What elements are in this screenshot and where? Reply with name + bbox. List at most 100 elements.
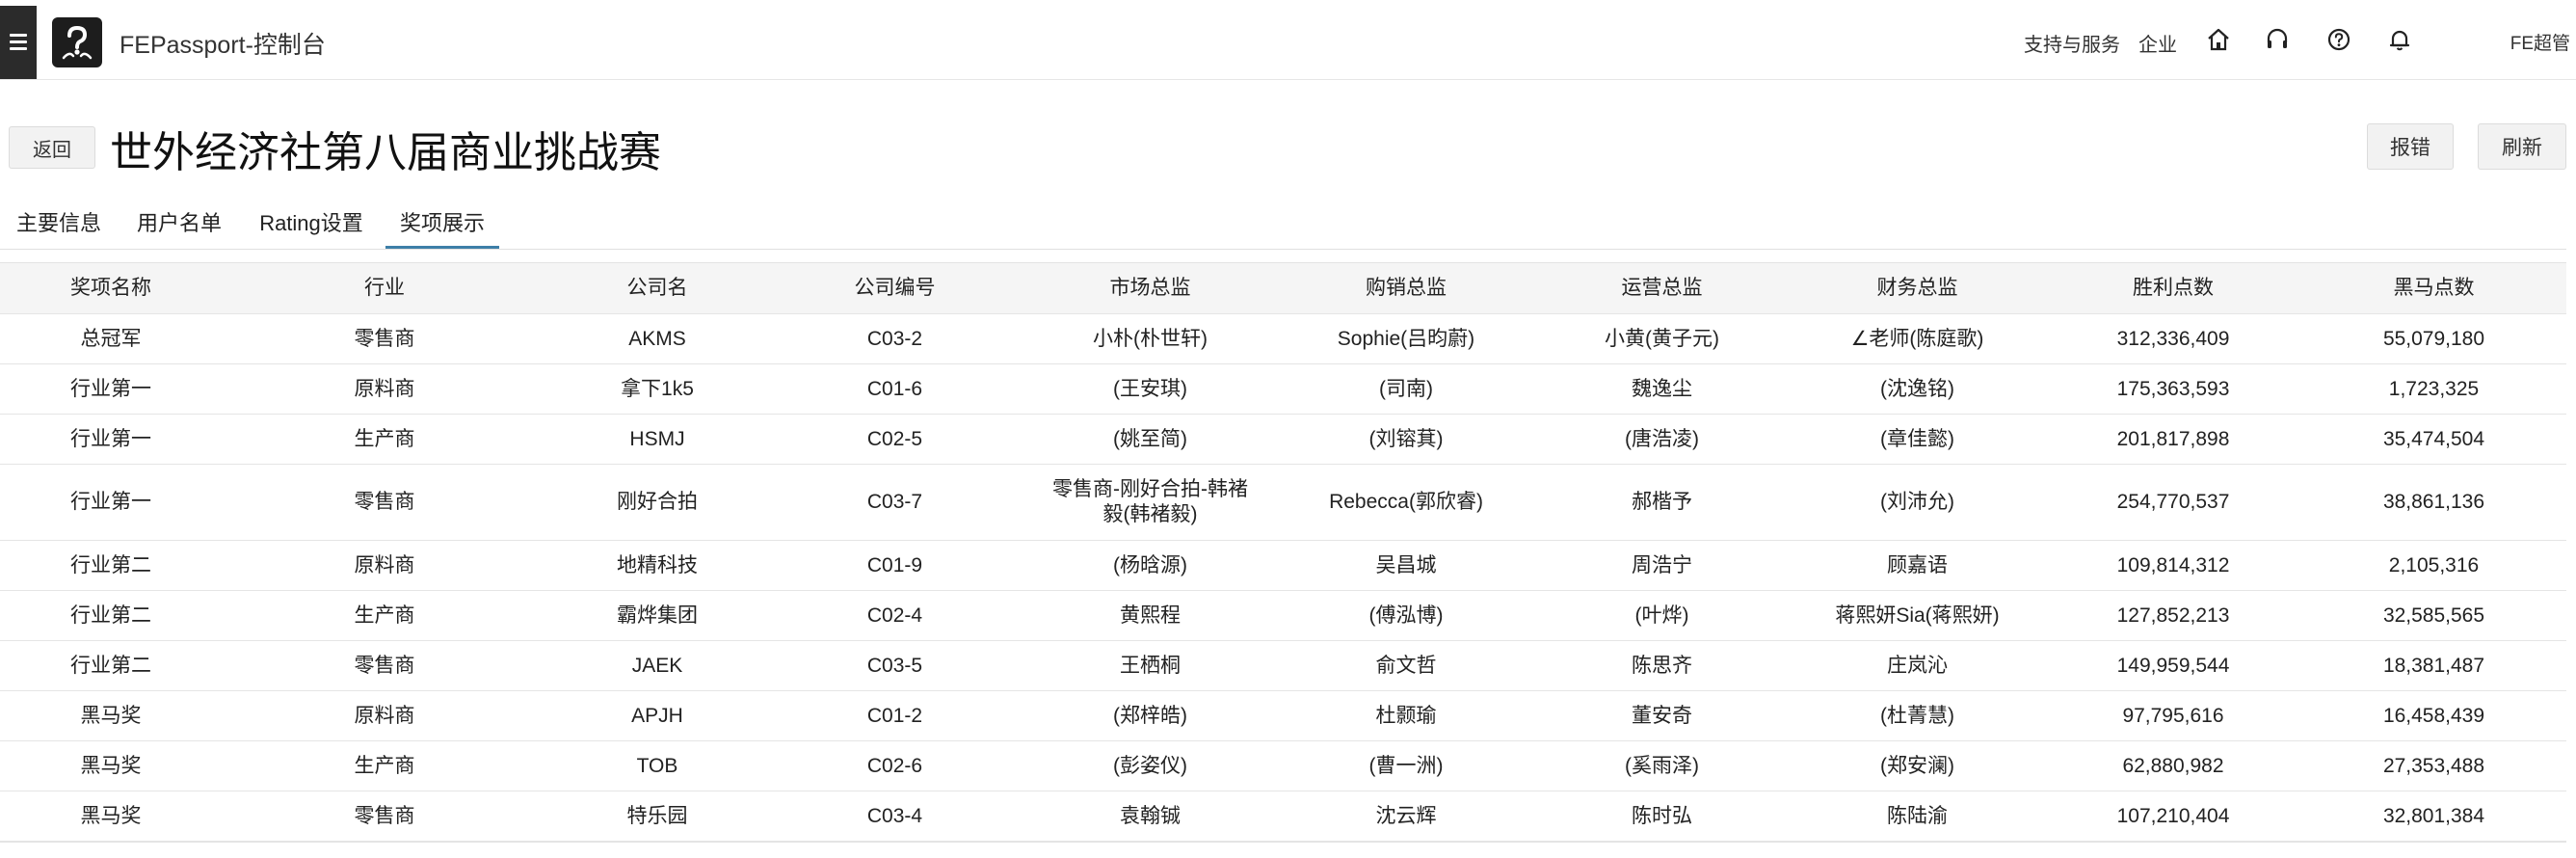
tab-awards[interactable]: 奖项展示 bbox=[385, 209, 499, 249]
cell-company-code: C02-6 bbox=[767, 740, 1022, 791]
cell-company-name: 霸烨集团 bbox=[547, 590, 767, 641]
table-row: 总冠军 零售商 AKMS C03-2 小朴(朴世轩) Sophie(吕昀蔚) 小… bbox=[0, 313, 2566, 364]
cell-company-name: JAEK bbox=[547, 640, 767, 691]
cell-award: 黑马奖 bbox=[0, 791, 222, 842]
cell-dark-horse-points: 32,585,565 bbox=[2301, 590, 2566, 641]
cell-purchasing-director: 俞文哲 bbox=[1278, 640, 1534, 691]
cell-company-code: C01-6 bbox=[767, 363, 1022, 415]
back-button[interactable]: 返回 bbox=[9, 126, 95, 169]
table-row: 行业第一 原料商 拿下1k5 C01-6 (王安琪) (司南) 魏逸尘 (沈逸铭… bbox=[0, 363, 2566, 415]
column-header-victory-points[interactable]: 胜利点数 bbox=[2045, 263, 2301, 314]
cell-finance-director: (刘沛允) bbox=[1790, 464, 2045, 541]
cell-award: 行业第一 bbox=[0, 414, 222, 465]
cell-dark-horse-points: 35,474,504 bbox=[2301, 414, 2566, 465]
cell-marketing-director: 黄熙程 bbox=[1022, 590, 1278, 641]
cell-company-name: TOB bbox=[547, 740, 767, 791]
tab-user-list[interactable]: 用户名单 bbox=[137, 209, 222, 246]
column-header-dark-horse-points[interactable]: 黑马点数 bbox=[2301, 263, 2566, 314]
help-icon[interactable] bbox=[2326, 27, 2351, 52]
cell-purchasing-director: 沈云辉 bbox=[1278, 791, 1534, 842]
cell-finance-director: 顾嘉语 bbox=[1790, 540, 2045, 591]
hamburger-icon bbox=[10, 34, 27, 51]
home-icon[interactable] bbox=[2206, 27, 2231, 52]
cell-industry: 零售商 bbox=[222, 313, 547, 364]
headset-icon[interactable] bbox=[2265, 27, 2290, 52]
cell-company-code: C02-4 bbox=[767, 590, 1022, 641]
cell-company-code: C01-2 bbox=[767, 690, 1022, 741]
tab-main-info[interactable]: 主要信息 bbox=[16, 209, 101, 246]
column-header-purchasing-director[interactable]: 购销总监 bbox=[1278, 263, 1534, 314]
cell-company-name: 拿下1k5 bbox=[547, 363, 767, 415]
enterprise-link[interactable]: 企业 bbox=[2138, 29, 2177, 57]
cell-finance-director: (郑安澜) bbox=[1790, 740, 2045, 791]
cell-purchasing-director: (曹一洲) bbox=[1278, 740, 1534, 791]
cell-industry: 零售商 bbox=[222, 640, 547, 691]
table-row: 行业第二 零售商 JAEK C03-5 王栖桐 俞文哲 陈思齐 庄岚沁 149,… bbox=[0, 640, 2566, 691]
cell-finance-director: ∠老师(陈庭歌) bbox=[1790, 313, 2045, 364]
cell-dark-horse-points: 32,801,384 bbox=[2301, 791, 2566, 842]
cell-industry: 生产商 bbox=[222, 740, 547, 791]
menu-toggle-button[interactable] bbox=[0, 6, 37, 79]
cell-industry: 生产商 bbox=[222, 590, 547, 641]
cell-victory-points: 97,795,616 bbox=[2045, 690, 2301, 741]
cell-award: 行业第二 bbox=[0, 640, 222, 691]
support-link[interactable]: 支持与服务 bbox=[2024, 29, 2120, 57]
cell-award: 黑马奖 bbox=[0, 690, 222, 741]
cell-finance-director: 庄岚沁 bbox=[1790, 640, 2045, 691]
cell-company-code: C02-5 bbox=[767, 414, 1022, 465]
column-header-marketing-director[interactable]: 市场总监 bbox=[1022, 263, 1278, 314]
cell-company-code: C03-7 bbox=[767, 464, 1022, 541]
cell-purchasing-director: Sophie(吕昀蔚) bbox=[1278, 313, 1534, 364]
cell-dark-horse-points: 27,353,488 bbox=[2301, 740, 2566, 791]
cell-industry: 生产商 bbox=[222, 414, 547, 465]
cell-marketing-director: (王安琪) bbox=[1022, 363, 1278, 415]
cell-award: 行业第一 bbox=[0, 363, 222, 415]
cell-marketing-director: (彭姿仪) bbox=[1022, 740, 1278, 791]
report-error-button[interactable]: 报错 bbox=[2367, 123, 2454, 170]
cell-award: 行业第一 bbox=[0, 464, 222, 541]
page-title: 世外经济社第八届商业挑战赛 bbox=[110, 129, 661, 176]
cell-finance-director: 蒋熙妍Sia(蒋熙妍) bbox=[1790, 590, 2045, 641]
cell-operations-director: (唐浩凌) bbox=[1534, 414, 1790, 465]
cell-finance-director: 陈陆渝 bbox=[1790, 791, 2045, 842]
current-user-name[interactable]: FE超管 bbox=[2510, 29, 2570, 55]
cell-operations-director: 郝楷予 bbox=[1534, 464, 1790, 541]
notification-bell-icon[interactable] bbox=[2387, 27, 2412, 52]
cell-award: 行业第二 bbox=[0, 590, 222, 641]
app-logo[interactable] bbox=[52, 17, 102, 67]
cell-finance-director: (杜菁慧) bbox=[1790, 690, 2045, 741]
cell-operations-director: 魏逸尘 bbox=[1534, 363, 1790, 415]
refresh-button[interactable]: 刷新 bbox=[2478, 123, 2566, 170]
cell-victory-points: 149,959,544 bbox=[2045, 640, 2301, 691]
cell-marketing-director: 小朴(朴世轩) bbox=[1022, 313, 1278, 364]
cell-industry: 零售商 bbox=[222, 791, 547, 842]
cell-dark-horse-points: 16,458,439 bbox=[2301, 690, 2566, 741]
column-header-operations-director[interactable]: 运营总监 bbox=[1534, 263, 1790, 314]
cell-purchasing-director: (刘镕萁) bbox=[1278, 414, 1534, 465]
top-navigation-bar: FEPassport-控制台 支持与服务 企业 FE超管 bbox=[0, 0, 2576, 80]
cell-company-code: C01-9 bbox=[767, 540, 1022, 591]
cell-dark-horse-points: 18,381,487 bbox=[2301, 640, 2566, 691]
cell-company-name: 刚好合拍 bbox=[547, 464, 767, 541]
cell-victory-points: 254,770,537 bbox=[2045, 464, 2301, 541]
table-row: 黑马奖 生产商 TOB C02-6 (彭姿仪) (曹一洲) (奚雨泽) (郑安澜… bbox=[0, 740, 2566, 791]
cell-dark-horse-points: 55,079,180 bbox=[2301, 313, 2566, 364]
cell-victory-points: 109,814,312 bbox=[2045, 540, 2301, 591]
column-header-company-name[interactable]: 公司名 bbox=[547, 263, 767, 314]
cell-dark-horse-points: 2,105,316 bbox=[2301, 540, 2566, 591]
cell-industry: 原料商 bbox=[222, 540, 547, 591]
cell-marketing-director: 王栖桐 bbox=[1022, 640, 1278, 691]
column-header-industry[interactable]: 行业 bbox=[222, 263, 547, 314]
table-row: 行业第一 零售商 刚好合拍 C03-7 零售商-刚好合拍-韩褚毅(韩褚毅) Re… bbox=[0, 464, 2566, 541]
cell-company-name: APJH bbox=[547, 690, 767, 741]
cell-finance-director: (沈逸铭) bbox=[1790, 363, 2045, 415]
cell-company-code: C03-4 bbox=[767, 791, 1022, 842]
column-header-finance-director[interactable]: 财务总监 bbox=[1790, 263, 2045, 314]
column-header-award[interactable]: 奖项名称 bbox=[0, 263, 222, 314]
cell-company-name: HSMJ bbox=[547, 414, 767, 465]
cell-operations-director: 陈时弘 bbox=[1534, 791, 1790, 842]
cell-victory-points: 201,817,898 bbox=[2045, 414, 2301, 465]
tab-rating-settings[interactable]: Rating设置 bbox=[258, 209, 364, 246]
column-header-company-code[interactable]: 公司编号 bbox=[767, 263, 1022, 314]
cell-victory-points: 312,336,409 bbox=[2045, 313, 2301, 364]
